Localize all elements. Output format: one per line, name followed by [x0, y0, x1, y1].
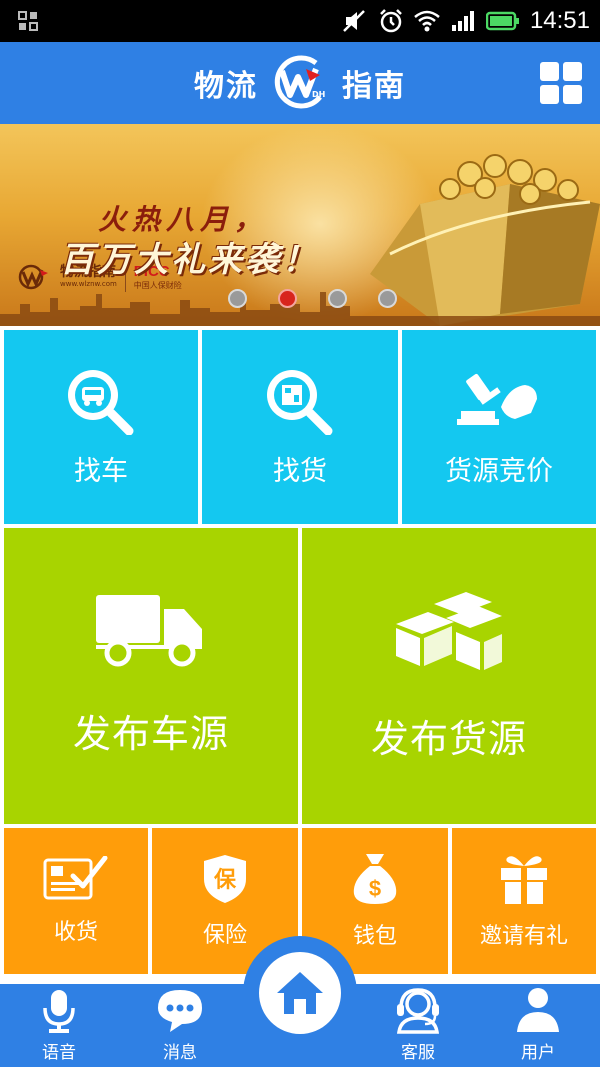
nav-user[interactable]: 用户	[488, 984, 588, 1067]
microphone-icon	[43, 990, 75, 1033]
mute-icon	[343, 10, 365, 32]
nav-label: 消息	[163, 1043, 197, 1063]
tile-label: 发布车源	[72, 711, 229, 756]
home-icon	[277, 972, 323, 1014]
app-screen: 14:51 物流 DH 指南 物流指南 www.wlznw.com PICC 中…	[0, 0, 600, 1067]
app-header: 物流 DH 指南	[0, 42, 600, 124]
auction-hammer-icon	[457, 373, 537, 425]
tile-label: 收货	[53, 920, 98, 945]
brand-title: 物流 DH 指南	[0, 42, 600, 124]
chat-bubble-icon	[158, 990, 202, 1032]
money-glyph: $	[369, 876, 381, 901]
shield-glyph: 保	[213, 867, 237, 893]
grid-menu-button[interactable]	[540, 62, 582, 104]
carousel-dot[interactable]	[227, 289, 247, 308]
tile-find-truck[interactable]: 找车	[4, 330, 198, 524]
nav-label: 用户	[521, 1043, 555, 1063]
tile-publish-truck[interactable]: 发布车源	[4, 528, 298, 824]
status-bar: 14:51	[0, 0, 600, 42]
banner-url: www.wlznw.com	[60, 280, 117, 288]
grid-cell	[563, 62, 582, 81]
tile-label: 货源竞价	[445, 455, 553, 487]
clock-time: 14:51	[529, 7, 590, 34]
banner-logo-icon	[18, 264, 48, 290]
tile-publish-goods[interactable]: 发布货源	[302, 528, 596, 824]
logo-badge-text: DH	[312, 90, 325, 99]
signal-icon	[451, 11, 474, 31]
home-button[interactable]	[259, 952, 341, 1034]
grid-cell	[563, 85, 582, 104]
grid-cell	[540, 85, 559, 104]
user-icon	[517, 988, 559, 1032]
tile-label: 找车	[74, 455, 128, 487]
tile-label: 邀请有礼	[479, 924, 568, 949]
banner-slogan: 百万大礼来袭！	[60, 240, 319, 280]
wifi-icon	[414, 10, 440, 32]
truck-icon	[96, 594, 202, 666]
nav-customer-service[interactable]: 客服	[368, 984, 468, 1067]
carousel-dot[interactable]	[277, 289, 297, 308]
tile-receive-goods[interactable]: 收货	[4, 828, 148, 974]
title-left: 物流	[194, 69, 258, 104]
carousel-dot[interactable]	[327, 289, 347, 308]
tile-cargo-bidding[interactable]: 货源竞价	[402, 330, 596, 524]
money-bag-icon: $	[353, 854, 397, 904]
grid-cell	[540, 62, 559, 81]
tile-label: 保险	[202, 923, 247, 948]
battery-icon	[485, 11, 519, 31]
tile-label: 钱包	[352, 924, 397, 949]
nav-voice[interactable]: 语音	[9, 984, 109, 1067]
carousel-dot[interactable]	[377, 289, 397, 308]
headset-icon	[396, 988, 440, 1034]
search-goods-icon	[267, 369, 333, 435]
tile-invite-gift[interactable]: 邀请有礼	[452, 828, 596, 974]
tile-find-goods[interactable]: 找货	[202, 330, 398, 524]
nav-messages[interactable]: 消息	[130, 984, 230, 1067]
tile-label: 找货	[273, 455, 327, 487]
nav-label: 客服	[401, 1043, 435, 1063]
carousel-dots	[0, 289, 600, 308]
notification-icon	[18, 11, 38, 31]
gift-icon	[501, 856, 547, 904]
alarm-icon	[380, 9, 402, 33]
title-right: 指南	[342, 69, 406, 104]
receipt-check-icon	[43, 856, 108, 900]
nav-label: 语音	[42, 1043, 76, 1063]
tile-label: 发布货源	[370, 716, 527, 761]
search-truck-icon	[68, 369, 134, 435]
promo-banner[interactable]: 物流指南 www.wlznw.com PICC 中国人保财险 火热八月， 百万大…	[0, 124, 600, 326]
boxes-icon	[396, 591, 502, 670]
wdh-logo-icon: DH	[274, 55, 325, 109]
shield-insurance-icon: 保	[204, 855, 246, 903]
